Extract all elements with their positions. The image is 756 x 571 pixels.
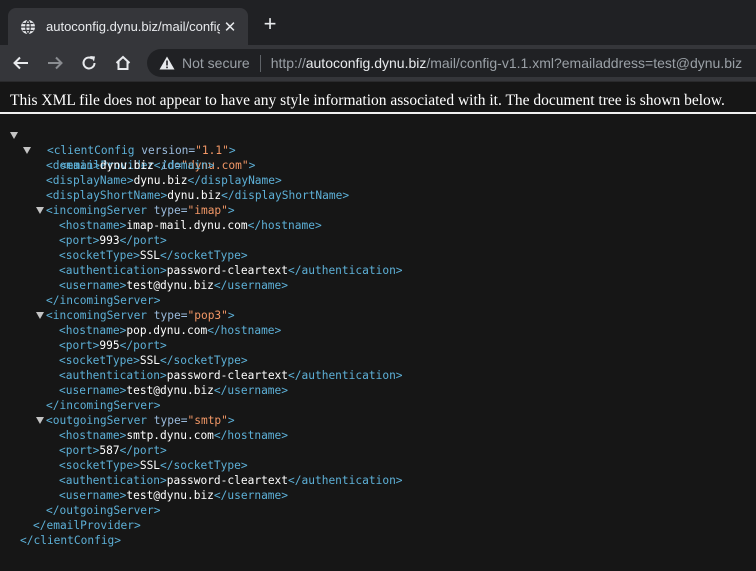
address-bar[interactable]: Not secure http://autoconfig.dynu.biz/ma… [147,49,756,77]
xml-hostname: <hostname>pop.dynu.com</hostname> [59,324,282,337]
home-icon [115,55,131,70]
xml-domain: <domain>dynu.biz</domain> [46,159,215,172]
xml-server-close: </incomingServer> [46,399,161,412]
xml-username: <username>test@dynu.biz</username> [59,489,289,502]
collapse-triangle-icon[interactable] [36,417,44,424]
xml-server-open: <outgoingServer type="smtp"> [0,413,756,428]
collapse-triangle-icon[interactable] [10,132,18,139]
tab-strip: autoconfig.dynu.biz/mail/config- ✕ + [0,0,756,45]
collapse-triangle-icon[interactable] [23,147,31,154]
browser-tab[interactable]: autoconfig.dynu.biz/mail/config- ✕ [8,8,248,45]
back-button[interactable] [5,47,37,79]
xml-server-open: <incomingServer type="pop3"> [0,308,756,323]
xml-display-short-name: <displayShortName>dynu.biz</displayShort… [46,189,350,202]
xml-root-open: <clientConfig version="1.1"> [0,128,756,157]
browser-toolbar: Not secure http://autoconfig.dynu.biz/ma… [0,45,756,82]
xml-server-close: </incomingServer> [46,294,161,307]
xml-display-name: <displayName>dynu.biz</displayName> [46,174,282,187]
xml-tree: <clientConfig version="1.1"> <emailProvi… [0,114,756,548]
xml-port: <port>995</port> [59,339,167,352]
home-button[interactable] [107,47,139,79]
reload-button[interactable] [73,47,105,79]
xml-username: <username>test@dynu.biz</username> [59,279,289,292]
xml-style-notice: This XML file does not appear to have an… [0,82,756,114]
xml-sockettype: <socketType>SSL</socketType> [59,249,248,262]
globe-icon [20,19,36,35]
xml-root-close: </clientConfig> [20,534,122,547]
xml-sockettype: <socketType>SSL</socketType> [59,459,248,472]
collapse-triangle-icon[interactable] [36,207,44,214]
forward-button[interactable] [39,47,71,79]
xml-authentication: <authentication>password-cleartext</auth… [59,474,403,487]
arrow-right-icon [48,56,63,70]
divider [259,54,261,72]
xml-provider-close: </emailProvider> [33,519,141,532]
warning-icon[interactable] [159,56,175,70]
arrow-left-icon [13,56,28,70]
close-icon[interactable]: ✕ [220,18,240,36]
url-host: autoconfig.dynu.biz [305,55,427,71]
xml-port: <port>993</port> [59,234,167,247]
xml-provider-open: <emailProvider id="dynu.com"> [0,143,756,172]
collapse-triangle-icon[interactable] [36,312,44,319]
xml-authentication: <authentication>password-cleartext</auth… [59,369,403,382]
new-tab-button[interactable]: + [258,12,282,36]
xml-server-close: </outgoingServer> [46,504,161,517]
reload-icon [82,56,96,70]
xml-port: <port>587</port> [59,444,167,457]
url-path: /mail/config-v1.1.xml?emailaddress=test@… [426,55,743,71]
tab-title: autoconfig.dynu.biz/mail/config- [46,19,220,34]
xml-sockettype: <socketType>SSL</socketType> [59,354,248,367]
xml-hostname: <hostname>smtp.dynu.com</hostname> [59,429,289,442]
xml-authentication: <authentication>password-cleartext</auth… [59,264,403,277]
security-label[interactable]: Not secure [182,55,250,71]
xml-username: <username>test@dynu.biz</username> [59,384,289,397]
xml-hostname: <hostname>imap-mail.dynu.com</hostname> [59,219,322,232]
url-scheme: http:// [270,55,306,71]
xml-server-open: <incomingServer type="imap"> [0,203,756,218]
